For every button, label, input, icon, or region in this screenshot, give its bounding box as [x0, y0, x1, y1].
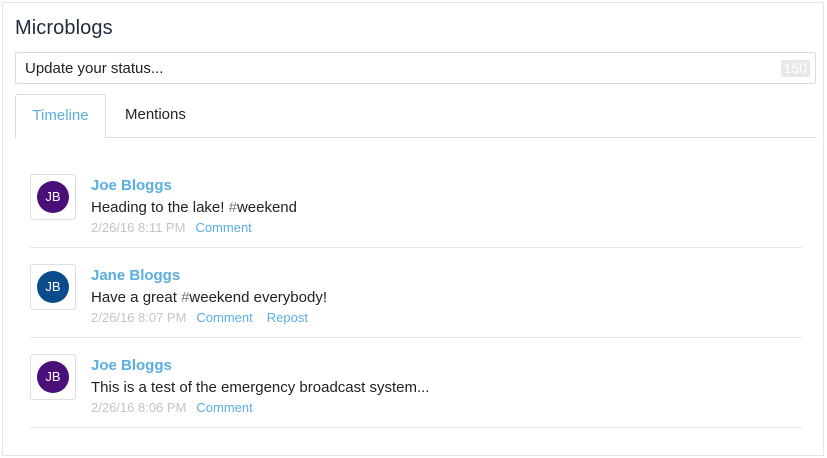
post-timestamp: 2/26/16 8:11 PM: [91, 220, 186, 235]
hashtag-link[interactable]: weekend: [189, 289, 249, 306]
widget-title: Microblogs: [15, 17, 113, 39]
post-text-start: Have a great: [91, 289, 182, 306]
avatar-initials: JB: [37, 361, 69, 393]
list-item: JB Joe Bloggs Heading to the lake! #week…: [30, 158, 802, 248]
tab-mentions[interactable]: Mentions: [111, 94, 200, 138]
char-count-badge: 150: [780, 60, 810, 77]
status-box: 150: [15, 52, 816, 84]
author-link[interactable]: Jane Bloggs: [91, 267, 180, 284]
post-timestamp: 2/26/16 8:07 PM: [91, 310, 187, 325]
post-text-end: everybody!: [249, 289, 327, 306]
post-meta: 2/26/16 8:07 PM Comment Repost: [91, 310, 308, 325]
status-input[interactable]: [16, 53, 776, 83]
post-meta: 2/26/16 8:06 PM Comment: [91, 400, 253, 415]
avatar-initials: JB: [37, 181, 69, 213]
tab-bar: Timeline Mentions: [15, 94, 817, 139]
post-text-start: Heading to the lake!: [91, 199, 229, 216]
post-text: This is a test of the emergency broadcas…: [91, 379, 430, 396]
hashtag-mark: #: [228, 199, 237, 216]
avatar[interactable]: JB: [30, 354, 76, 400]
repost-link[interactable]: Repost: [267, 310, 308, 325]
hashtag-link[interactable]: weekend: [237, 199, 297, 216]
list-item: JB Jane Bloggs Have a great #weekend eve…: [30, 248, 802, 338]
avatar[interactable]: JB: [30, 264, 76, 310]
comment-link[interactable]: Comment: [196, 400, 252, 415]
post-text: Have a great #weekend everybody!: [91, 289, 327, 306]
author-link[interactable]: Joe Bloggs: [91, 177, 172, 194]
timeline-feed: JB Joe Bloggs Heading to the lake! #week…: [30, 158, 802, 428]
post-text: Heading to the lake! #weekend: [91, 199, 297, 216]
list-item: JB Joe Bloggs This is a test of the emer…: [30, 338, 802, 428]
avatar[interactable]: JB: [30, 174, 76, 220]
post-meta: 2/26/16 8:11 PM Comment: [91, 220, 252, 235]
author-link[interactable]: Joe Bloggs: [91, 357, 172, 374]
comment-link[interactable]: Comment: [196, 310, 252, 325]
tab-timeline[interactable]: Timeline: [15, 94, 106, 139]
post-timestamp: 2/26/16 8:06 PM: [91, 400, 187, 415]
microblogs-widget: Microblogs 150 Timeline Mentions JB Joe …: [2, 2, 824, 456]
avatar-initials: JB: [37, 271, 69, 303]
comment-link[interactable]: Comment: [195, 220, 251, 235]
